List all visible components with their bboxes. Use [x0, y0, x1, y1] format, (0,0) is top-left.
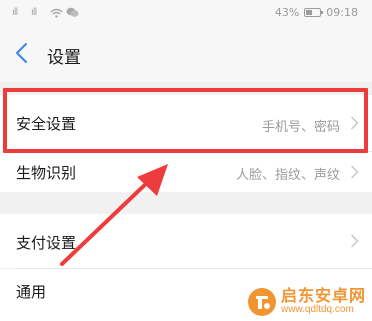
watermark-url: www.qdltdq.com	[280, 304, 354, 316]
chevron-right-icon	[351, 165, 359, 179]
clock: 09:18	[326, 6, 358, 19]
settings-item-label: 安全设置	[16, 115, 77, 133]
signal-icon: ıll	[31, 7, 37, 18]
nav-bar: 设置	[0, 26, 372, 82]
chat-bubble-icon	[66, 7, 79, 17]
chevron-right-icon	[351, 116, 359, 130]
signal-icon: ıll	[12, 7, 18, 18]
settings-item-payment[interactable]: 支付设置	[0, 214, 372, 268]
settings-item-label: 通用	[16, 283, 47, 301]
chevron-left-icon[interactable]	[14, 42, 30, 64]
watermark-logo-icon	[247, 288, 276, 316]
settings-item-security[interactable]: 安全设置 手机号、密码	[0, 95, 372, 151]
chevron-right-icon	[351, 234, 359, 248]
watermark-title: 启东安卓网	[280, 286, 366, 306]
settings-item-biometrics[interactable]: 生物识别 人脸、指纹、声纹	[0, 152, 372, 192]
settings-item-label: 支付设置	[16, 234, 77, 252]
settings-item-value: 手机号、密码	[261, 120, 340, 135]
page-title: 设置	[47, 48, 81, 68]
settings-item-label: 生物识别	[16, 164, 77, 182]
settings-item-value: 人脸、指纹、声纹	[235, 168, 340, 183]
battery-icon	[304, 8, 324, 17]
status-bar: ıll ıll 43% 09:18	[0, 0, 372, 26]
battery-percent: 43%	[274, 6, 300, 19]
watermark: 启东安卓网 www.qdltdq.com	[247, 287, 366, 317]
wifi-icon	[50, 8, 63, 18]
status-right: 43% 09:18	[275, 6, 358, 19]
